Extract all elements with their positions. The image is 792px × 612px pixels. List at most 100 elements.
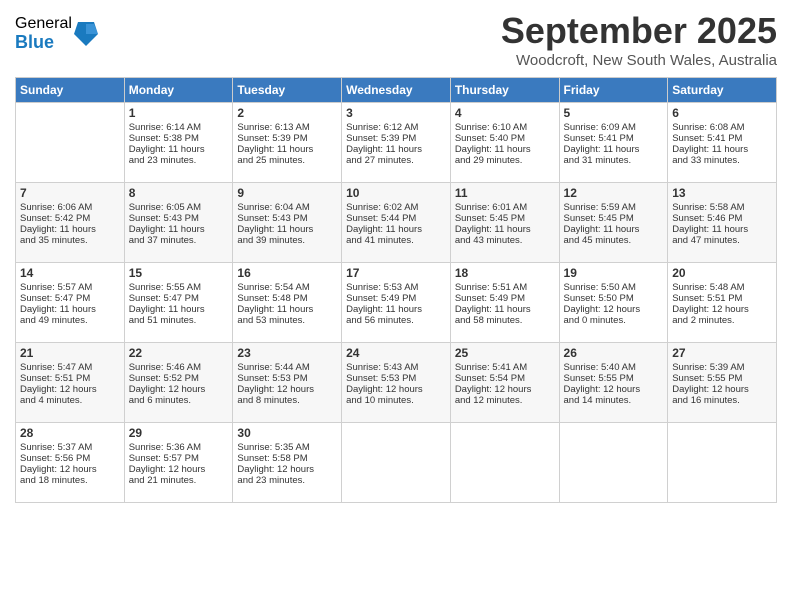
day-info: and 14 minutes. (564, 395, 664, 406)
day-info: Sunset: 5:54 PM (455, 373, 555, 384)
day-info: Sunset: 5:47 PM (129, 293, 229, 304)
day-info: Sunrise: 6:12 AM (346, 122, 446, 133)
header-friday: Friday (559, 78, 668, 103)
calendar-cell: 22Sunrise: 5:46 AMSunset: 5:52 PMDayligh… (124, 343, 233, 423)
day-info: and 45 minutes. (564, 235, 664, 246)
calendar-cell (16, 103, 125, 183)
day-number: 6 (672, 106, 772, 120)
day-number: 30 (237, 426, 337, 440)
day-info: Sunrise: 5:53 AM (346, 282, 446, 293)
day-info: Sunset: 5:46 PM (672, 213, 772, 224)
day-info: Sunset: 5:40 PM (455, 133, 555, 144)
header-wednesday: Wednesday (342, 78, 451, 103)
calendar-cell: 25 Sunrise: 5:41 AMSunset: 5:54 PMDayligh… (450, 343, 559, 423)
calendar-body: 1Sunrise: 6:14 AMSunset: 5:38 PMDaylight… (16, 103, 777, 503)
day-number: 22 (129, 346, 229, 360)
calendar-week-4: 28Sunrise: 5:37 AMSunset: 5:56 PMDayligh… (16, 423, 777, 503)
calendar-cell: 4Sunrise: 6:10 AMSunset: 5:40 PMDaylight… (450, 103, 559, 183)
header-saturday: Saturday (668, 78, 777, 103)
day-info: Sunset: 5:41 PM (564, 133, 664, 144)
calendar-table: Sunday Monday Tuesday Wednesday Thursday… (15, 77, 777, 503)
calendar-week-0: 1Sunrise: 6:14 AMSunset: 5:38 PMDaylight… (16, 103, 777, 183)
calendar-cell (559, 423, 668, 503)
day-info: and 53 minutes. (237, 315, 337, 326)
calendar-subtitle: Woodcroft, New South Wales, Australia (501, 52, 777, 69)
day-info: Sunrise: 5:44 AM (237, 362, 337, 373)
day-number: 27 (672, 346, 772, 360)
calendar-cell: 9Sunrise: 6:04 AMSunset: 5:43 PMDaylight… (233, 183, 342, 263)
day-number: 26 (564, 346, 664, 360)
calendar-cell: 2Sunrise: 6:13 AMSunset: 5:39 PMDaylight… (233, 103, 342, 183)
day-number: 7 (20, 186, 120, 200)
day-info: Daylight: 11 hours (346, 144, 446, 155)
day-info: Sunset: 5:43 PM (237, 213, 337, 224)
calendar-week-3: 21Sunrise: 5:47 AMSunset: 5:51 PMDayligh… (16, 343, 777, 423)
day-info: Sunrise: 6:09 AM (564, 122, 664, 133)
day-info: Sunrise: 6:02 AM (346, 202, 446, 213)
day-info: Daylight: 11 hours (20, 224, 120, 235)
day-info: and 41 minutes. (346, 235, 446, 246)
day-number: 25 (455, 346, 555, 360)
day-info: Daylight: 11 hours (455, 304, 555, 315)
day-info: Sunrise: 6:06 AM (20, 202, 120, 213)
day-info: Daylight: 12 hours (564, 384, 664, 395)
day-info: Sunset: 5:38 PM (129, 133, 229, 144)
day-info: Sunset: 5:51 PM (20, 373, 120, 384)
day-number: 23 (237, 346, 337, 360)
calendar-cell: 27Sunrise: 5:39 AMSunset: 5:55 PMDayligh… (668, 343, 777, 423)
day-number: 20 (672, 266, 772, 280)
day-info: Sunrise: 5:41 AM (455, 362, 555, 373)
header-monday: Monday (124, 78, 233, 103)
day-info: Daylight: 11 hours (672, 224, 772, 235)
weekday-row: Sunday Monday Tuesday Wednesday Thursday… (16, 78, 777, 103)
day-info: Sunset: 5:42 PM (20, 213, 120, 224)
calendar-cell: 30Sunrise: 5:35 AMSunset: 5:58 PMDayligh… (233, 423, 342, 503)
calendar-cell: 5Sunrise: 6:09 AMSunset: 5:41 PMDaylight… (559, 103, 668, 183)
day-info: and 51 minutes. (129, 315, 229, 326)
day-number: 5 (564, 106, 664, 120)
day-info: and 21 minutes. (129, 475, 229, 486)
day-info: Sunrise: 5:36 AM (129, 442, 229, 453)
day-info: Sunset: 5:50 PM (564, 293, 664, 304)
calendar-cell: 23Sunrise: 5:44 AMSunset: 5:53 PMDayligh… (233, 343, 342, 423)
day-info: Daylight: 11 hours (237, 224, 337, 235)
day-info: Daylight: 12 hours (672, 304, 772, 315)
day-info: Daylight: 11 hours (455, 144, 555, 155)
day-info: Sunrise: 6:13 AM (237, 122, 337, 133)
day-number: 4 (455, 106, 555, 120)
day-info: Daylight: 11 hours (237, 304, 337, 315)
calendar-cell: 10Sunrise: 6:02 AMSunset: 5:44 PMDayligh… (342, 183, 451, 263)
logo-text: General Blue (15, 15, 72, 52)
calendar-cell: 21Sunrise: 5:47 AMSunset: 5:51 PMDayligh… (16, 343, 125, 423)
day-info: Daylight: 11 hours (237, 144, 337, 155)
day-info: Sunrise: 5:59 AM (564, 202, 664, 213)
day-info: Sunrise: 5:51 AM (455, 282, 555, 293)
calendar-cell: 26Sunrise: 5:40 AMSunset: 5:55 PMDayligh… (559, 343, 668, 423)
day-info: Sunrise: 5:58 AM (672, 202, 772, 213)
day-number: 18 (455, 266, 555, 280)
day-info: and 31 minutes. (564, 155, 664, 166)
day-info: and 49 minutes. (20, 315, 120, 326)
calendar-cell: 1Sunrise: 6:14 AMSunset: 5:38 PMDaylight… (124, 103, 233, 183)
calendar-title: September 2025 (501, 10, 777, 52)
day-info: Sunset: 5:48 PM (237, 293, 337, 304)
logo: General Blue (15, 15, 96, 52)
day-info: Daylight: 11 hours (672, 144, 772, 155)
day-info: Daylight: 12 hours (455, 384, 555, 395)
day-info: Sunrise: 5:47 AM (20, 362, 120, 373)
logo-general: General (15, 15, 72, 33)
day-info: Sunset: 5:55 PM (672, 373, 772, 384)
day-number: 15 (129, 266, 229, 280)
day-info: Daylight: 11 hours (346, 224, 446, 235)
day-info: Daylight: 12 hours (672, 384, 772, 395)
day-info: and 37 minutes. (129, 235, 229, 246)
day-info: Daylight: 12 hours (20, 384, 120, 395)
day-info: Sunset: 5:47 PM (20, 293, 120, 304)
day-info: Sunrise: 5:46 AM (129, 362, 229, 373)
calendar-cell: 13Sunrise: 5:58 AMSunset: 5:46 PMDayligh… (668, 183, 777, 263)
day-number: 19 (564, 266, 664, 280)
day-info: Sunrise: 6:14 AM (129, 122, 229, 133)
day-info: Sunrise: 5:57 AM (20, 282, 120, 293)
day-info: Daylight: 12 hours (564, 304, 664, 315)
calendar-cell (342, 423, 451, 503)
